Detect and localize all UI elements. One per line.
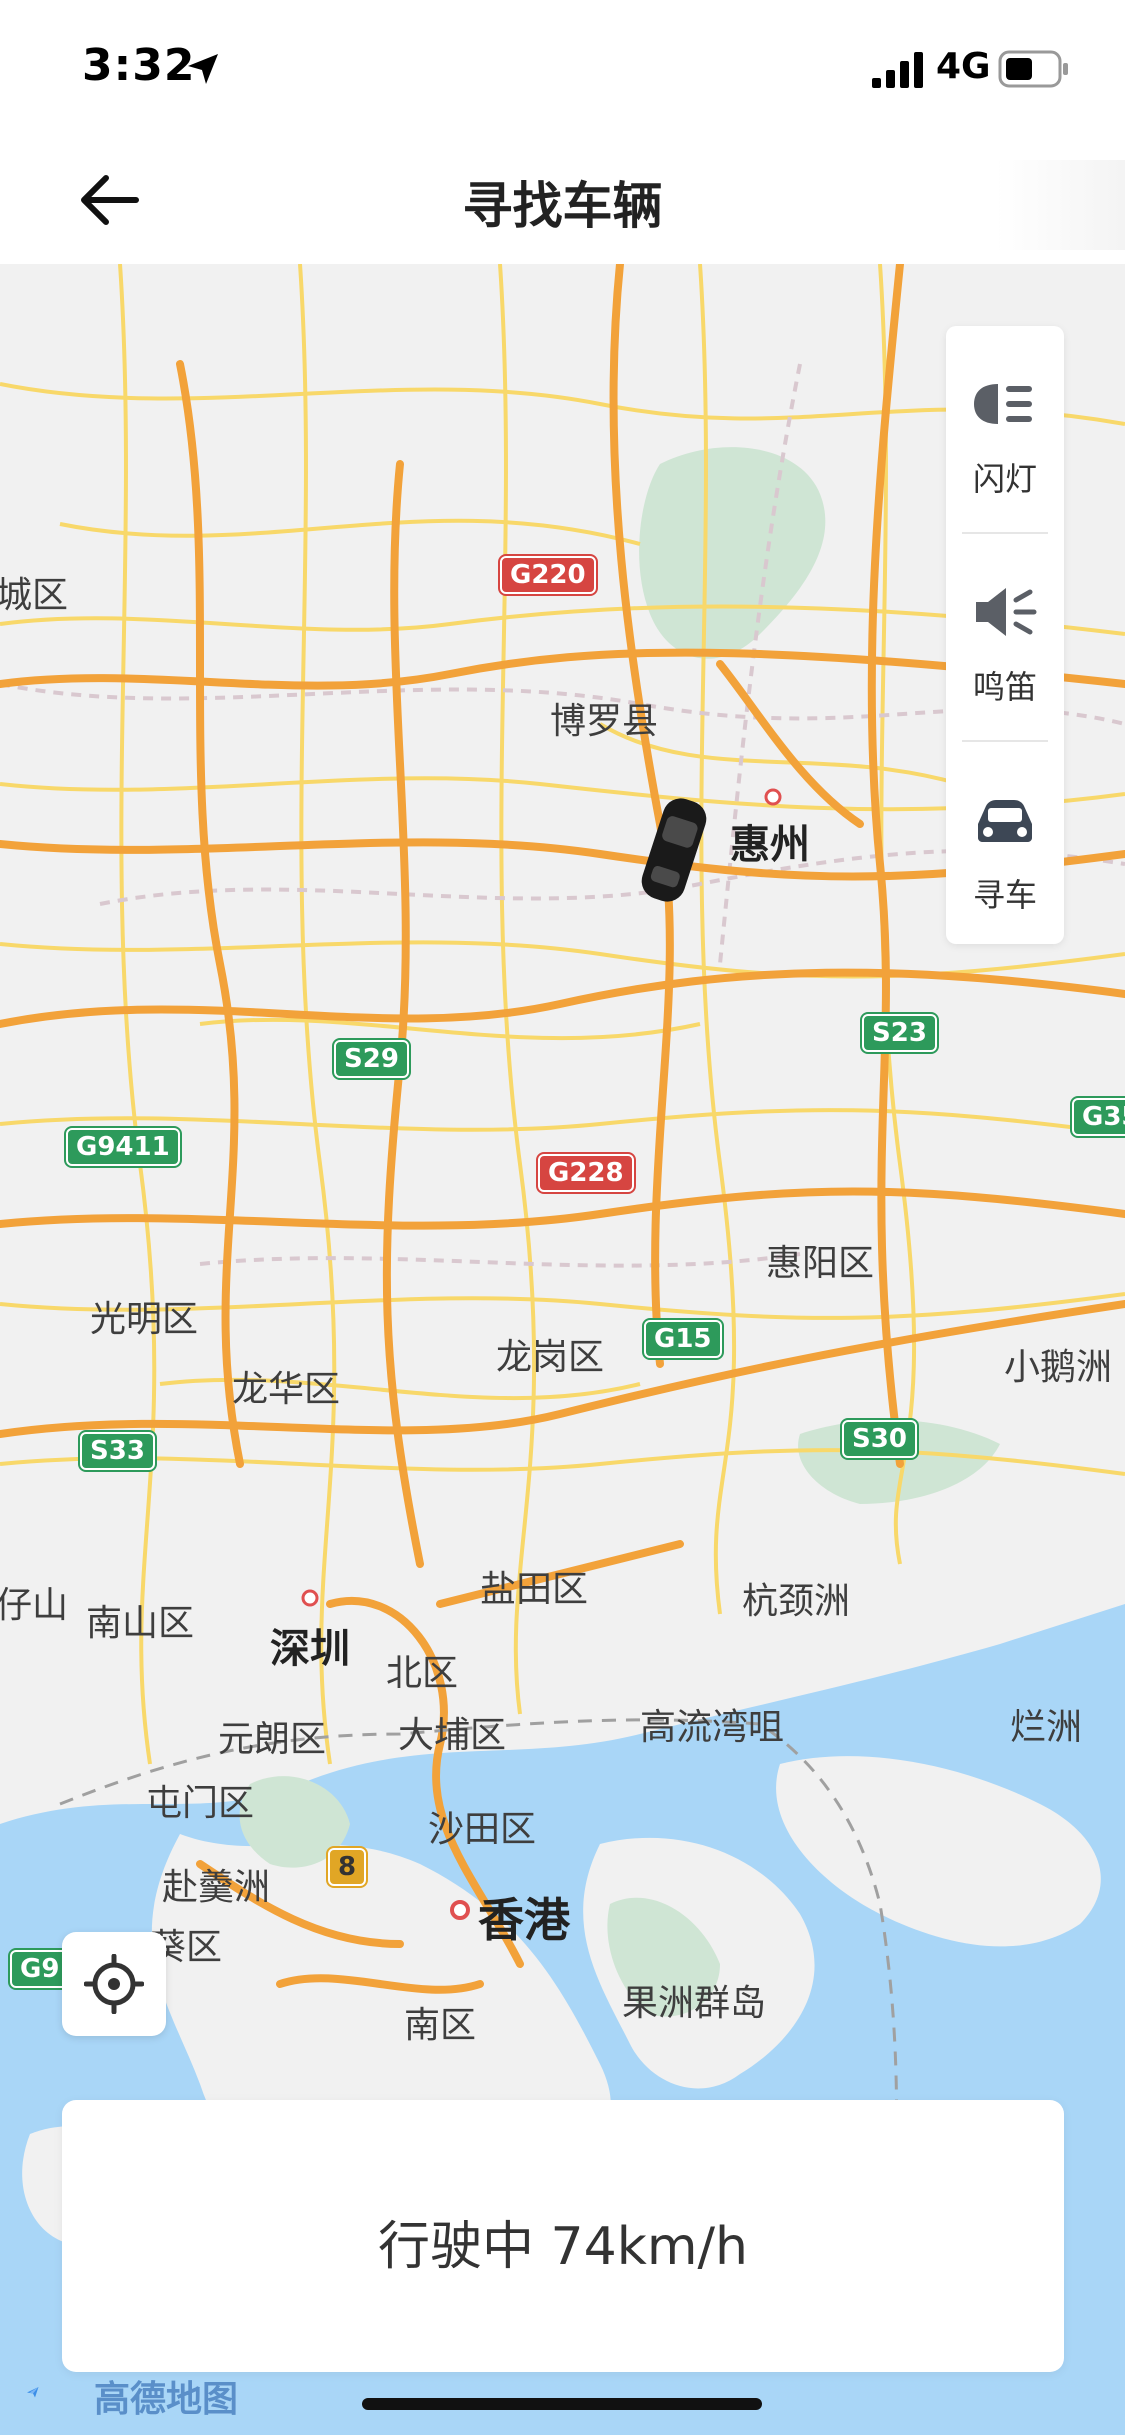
place-label: 南山区 (86, 1603, 195, 1644)
highway-shield: 8 (328, 1848, 367, 1886)
home-indicator[interactable] (362, 2398, 762, 2410)
place-label: 香港 (478, 1893, 570, 1947)
highway-shield: G15 (644, 1320, 722, 1358)
highway-shield: G220 (500, 556, 596, 594)
vehicle-status-card: 行驶中 74km/h (62, 2100, 1064, 2372)
nav-right-area (995, 160, 1125, 250)
highway-shield: S23 (862, 1014, 937, 1052)
place-label: 果洲群岛 (622, 1983, 767, 2024)
find-car-label: 寻车 (972, 876, 1037, 914)
place-label: 盐田区 (480, 1569, 589, 1610)
place-label: 烂洲 (1010, 1707, 1083, 1748)
place-label: 龙华区 (232, 1369, 341, 1410)
highway-shield: G9411 (66, 1128, 180, 1166)
network-type: 4G (936, 46, 991, 87)
place-label: 沙田区 (428, 1809, 537, 1850)
place-label: 深圳 (270, 1626, 350, 1672)
honk-label: 鸣笛 (972, 668, 1037, 706)
highway-shield: G9 (10, 1950, 70, 1988)
place-label: 屯门区 (146, 1783, 255, 1824)
crosshair-icon (84, 1954, 144, 2014)
flash-lights-label: 闪灯 (972, 460, 1037, 498)
place-label: 高流湾咀 (640, 1707, 785, 1748)
place-label: 城区 (0, 575, 69, 616)
place-label: 博罗县 (550, 701, 659, 742)
place-label: 北区 (386, 1653, 459, 1694)
find-car-button[interactable]: 寻车 (946, 742, 1064, 948)
honk-button[interactable]: 鸣笛 (946, 534, 1064, 740)
signal-icon (872, 52, 923, 88)
place-label: 大埔区 (398, 1715, 507, 1756)
highway-shield: S30 (842, 1420, 917, 1458)
place-label: 南区 (404, 2005, 477, 2046)
page-title: 寻找车辆 (462, 177, 663, 235)
place-label: 赴羹洲 (162, 1867, 271, 1908)
location-arrow-icon (188, 54, 218, 84)
flash-lights-button[interactable]: 闪灯 (946, 326, 1064, 532)
my-location-button[interactable] (62, 1932, 166, 2036)
car-icon (978, 800, 1032, 842)
place-label: 小鹅洲 (1004, 1347, 1113, 1388)
battery-icon (998, 50, 1068, 88)
place-label: 杭颈洲 (742, 1581, 851, 1622)
place-label: 仔山 (0, 1585, 69, 1626)
headlight-icon (974, 384, 1032, 424)
place-label: 惠州 (730, 822, 810, 868)
place-label: 元朗区 (218, 1719, 327, 1760)
place-label: 惠阳区 (766, 1243, 875, 1284)
vehicle-status-text: 行驶中 74km/h (378, 2217, 748, 2277)
amap-logo-icon (27, 2387, 39, 2398)
highway-shield: S33 (80, 1432, 155, 1470)
highway-shield: G35 (1072, 1098, 1125, 1136)
highway-shield: G228 (538, 1154, 634, 1192)
place-label: 龙岗区 (496, 1337, 605, 1378)
status-time: 3:32 (82, 40, 196, 91)
place-label: 光明区 (90, 1299, 199, 1340)
highway-shield: S29 (334, 1040, 409, 1078)
vehicle-controls-panel: 闪灯 鸣笛 寻车 (946, 326, 1064, 944)
map-attribution: 高德地图 (94, 2379, 239, 2420)
horn-icon (976, 588, 1037, 636)
